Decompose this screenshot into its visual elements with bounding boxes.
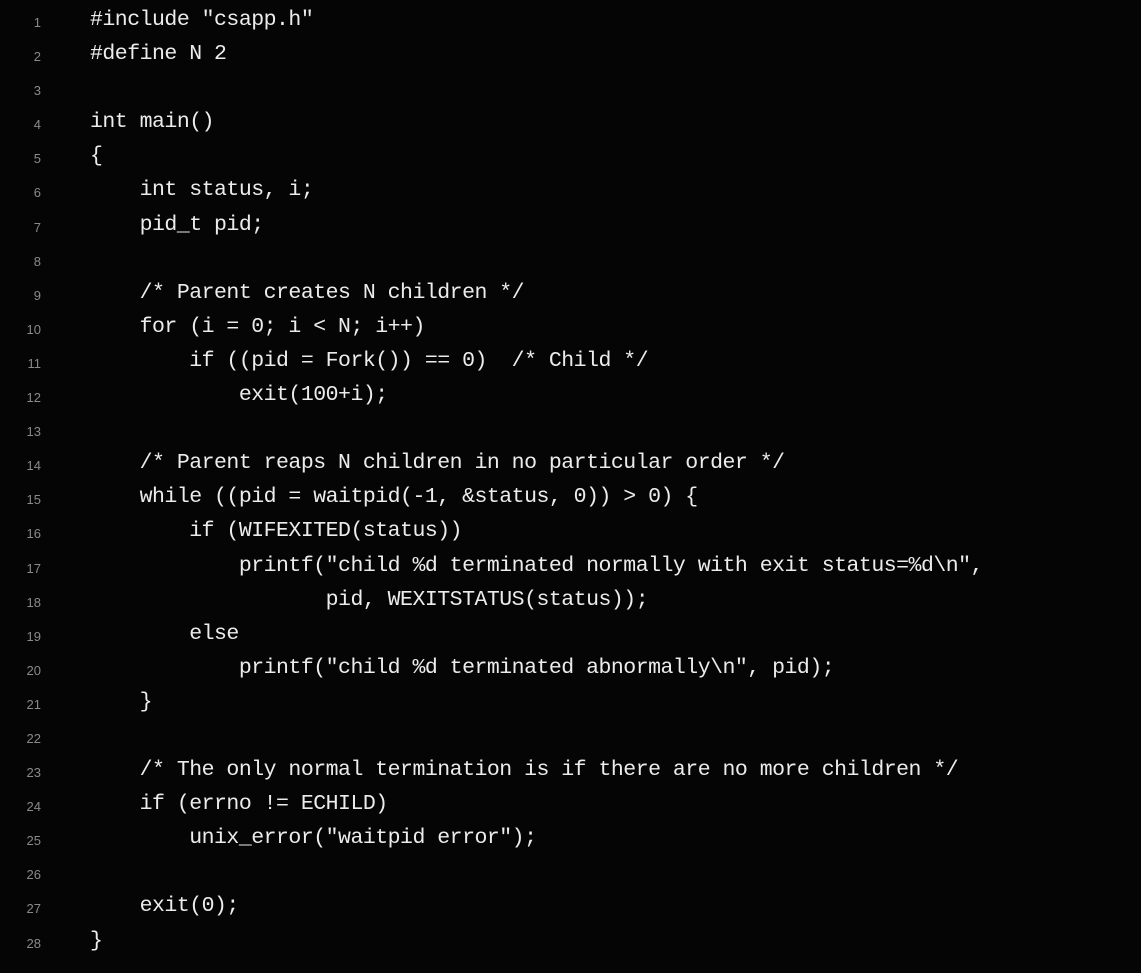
line-number: 21 xyxy=(26,696,41,712)
code-line[interactable]: 22 xyxy=(0,722,1141,756)
code-text[interactable]: int status, i; xyxy=(90,178,314,202)
code-line[interactable]: 23 /* The only normal termination is if … xyxy=(0,756,1141,790)
code-text[interactable]: /* The only normal termination is if the… xyxy=(90,758,959,782)
code-text[interactable]: for (i = 0; i < N; i++) xyxy=(90,315,426,339)
code-line[interactable]: 4 int main() xyxy=(0,108,1141,142)
line-number: 3 xyxy=(33,83,41,99)
line-number: 24 xyxy=(26,799,41,815)
code-line[interactable]: 21 } xyxy=(0,688,1141,722)
code-line[interactable]: 26 xyxy=(0,858,1141,892)
code-text[interactable]: } xyxy=(90,690,153,714)
line-number: 15 xyxy=(26,492,41,508)
code-lines: 1 #include "csapp.h" 2 #define N 2 3 4 int … xyxy=(0,6,1141,961)
code-line[interactable]: 27 exit(0); xyxy=(0,892,1141,926)
line-number: 12 xyxy=(26,390,41,406)
code-text[interactable]: /* Parent reaps N children in no particu… xyxy=(90,451,785,475)
code-line[interactable]: 28} xyxy=(0,927,1141,961)
line-number: 14 xyxy=(26,458,41,474)
line-number: 2 xyxy=(33,49,41,65)
code-line[interactable]: 6 int status, i; xyxy=(0,176,1141,210)
line-number: 16 xyxy=(26,526,41,542)
line-number: 6 xyxy=(33,185,41,201)
line-number: 23 xyxy=(26,765,41,781)
line-number: 18 xyxy=(26,594,41,610)
code-line[interactable]: 24 if (errno != ECHILD) xyxy=(0,790,1141,824)
code-line[interactable]: 12 exit(100+i); xyxy=(0,381,1141,415)
code-text[interactable]: pid, WEXITSTATUS(status)); xyxy=(90,588,649,612)
code-line[interactable]: 14 /* Parent reaps N children in no part… xyxy=(0,449,1141,483)
code-line[interactable]: 16 if (WIFEXITED(status)) xyxy=(0,517,1141,551)
code-text[interactable]: exit(100+i); xyxy=(90,383,388,407)
line-number: 1 xyxy=(33,15,41,30)
line-number: 8 xyxy=(33,253,41,269)
code-text[interactable]: /* Parent creates N children */ xyxy=(90,281,525,305)
line-number: 11 xyxy=(27,355,42,371)
code-line[interactable]: 10 for (i = 0; i < N; i++) xyxy=(0,313,1141,347)
code-text[interactable]: #define N 2 xyxy=(90,42,227,66)
line-number: 26 xyxy=(26,867,41,883)
code-text[interactable]: if (errno != ECHILD) xyxy=(90,792,389,816)
code-line[interactable]: 2 #define N 2 xyxy=(0,40,1141,74)
code-text[interactable]: #include "csapp.h" xyxy=(90,8,314,32)
code-line[interactable]: 8 xyxy=(0,245,1141,279)
line-number: 10 xyxy=(26,321,41,337)
code-line[interactable]: 25 unix_error("waitpid error"); xyxy=(0,824,1141,858)
line-number: 13 xyxy=(26,424,41,440)
code-line[interactable]: 5{ xyxy=(0,142,1141,176)
code-line[interactable]: 19 else xyxy=(0,620,1141,654)
code-text[interactable]: else xyxy=(90,622,239,646)
code-line[interactable]: 1 #include "csapp.h" xyxy=(0,6,1141,40)
code-text[interactable]: if ((pid = Fork()) == 0) /* Child */ xyxy=(90,349,648,373)
code-text[interactable]: unix_error("waitpid error"); xyxy=(90,826,537,850)
code-text[interactable]: pid_t pid; xyxy=(90,213,265,237)
code-text[interactable]: if (WIFEXITED(status)) xyxy=(90,519,462,543)
code-line[interactable]: 17 printf("child %d terminated normally … xyxy=(0,552,1141,586)
code-text[interactable]: exit(0); xyxy=(90,894,240,918)
code-text[interactable]: while ((pid = waitpid(-1, &status, 0)) >… xyxy=(90,485,699,509)
line-number: 7 xyxy=(33,219,41,235)
code-line[interactable]: 11 if ((pid = Fork()) == 0) /* Child */ xyxy=(0,347,1141,381)
code-line[interactable]: 20 printf("child %d terminated abnormall… xyxy=(0,654,1141,688)
line-number: 28 xyxy=(26,935,41,951)
code-editor[interactable]: 1 #include "csapp.h" 2 #define N 2 3 4 int … xyxy=(0,0,1141,973)
line-number: 20 xyxy=(26,662,41,678)
line-number: 4 xyxy=(33,117,41,133)
line-number: 9 xyxy=(33,287,41,303)
code-text[interactable]: { xyxy=(90,144,103,168)
code-line[interactable]: 7 pid_t pid; xyxy=(0,211,1141,245)
code-text[interactable]: int main() xyxy=(90,110,215,134)
code-line[interactable]: 18 pid, WEXITSTATUS(status)); xyxy=(0,586,1141,620)
code-text[interactable]: printf("child %d terminated abnormally\n… xyxy=(90,656,835,680)
line-number: 27 xyxy=(26,901,41,917)
line-number: 17 xyxy=(26,560,41,576)
code-line[interactable]: 15 while ((pid = waitpid(-1, &status, 0)… xyxy=(0,483,1141,517)
code-text[interactable]: printf("child %d terminated normally wit… xyxy=(90,554,984,578)
code-line[interactable]: 13 xyxy=(0,415,1141,449)
code-text[interactable]: } xyxy=(90,929,103,953)
line-number: 22 xyxy=(26,730,41,746)
line-number: 5 xyxy=(33,151,41,167)
code-line[interactable]: 9 /* Parent creates N children */ xyxy=(0,279,1141,313)
code-line[interactable]: 3 xyxy=(0,74,1141,108)
line-number: 25 xyxy=(26,833,41,849)
line-number: 19 xyxy=(26,628,41,644)
